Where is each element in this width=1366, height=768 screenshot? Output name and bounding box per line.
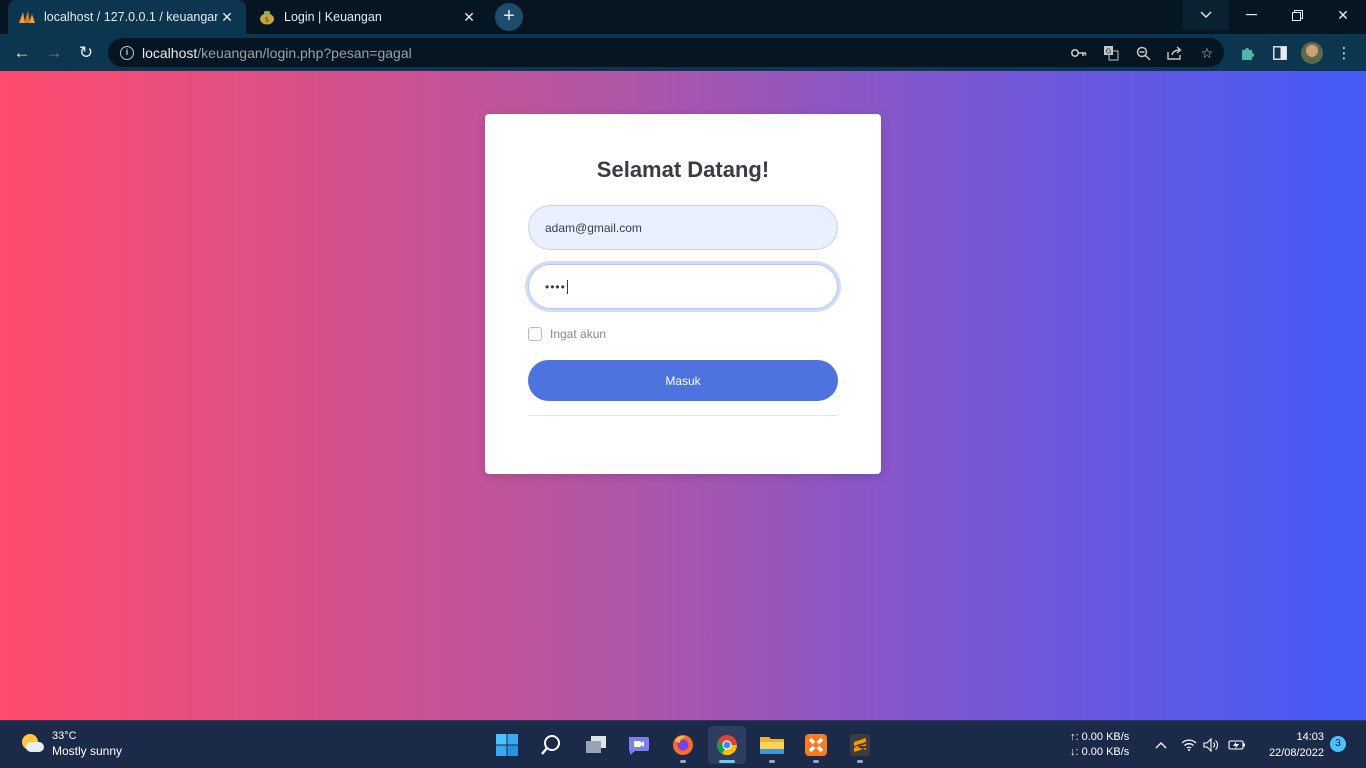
weather-widget[interactable]: 33°C Mostly sunny (20, 729, 122, 759)
svg-text:G: G (1106, 48, 1111, 56)
browser-toolbar: ← → ↻ i localhost/keuangan/login.php?pes… (0, 34, 1366, 71)
chrome-icon[interactable] (708, 726, 746, 764)
notification-badge[interactable]: 3 (1330, 736, 1346, 752)
running-indicator (680, 760, 686, 763)
login-page-background: Selamat Datang! adam@gmail.com •••• Inga… (0, 71, 1366, 720)
search-icon[interactable] (532, 726, 570, 764)
firefox-icon[interactable] (664, 726, 702, 764)
remember-checkbox[interactable] (528, 327, 542, 341)
restore-icon[interactable] (1274, 0, 1320, 30)
running-indicator (857, 760, 863, 763)
url-text: localhost/keuangan/login.php?pesan=gagal (142, 44, 412, 61)
chevron-up-icon[interactable] (1151, 735, 1171, 755)
login-button[interactable]: Masuk (528, 360, 838, 401)
start-button[interactable] (488, 726, 526, 764)
download-speed: ↓: 0.00 KB/s (1070, 746, 1130, 758)
key-icon[interactable] (1069, 43, 1089, 63)
browser-tabstrip: localhost / 127.0.0.1 / keuangan | phpMy… (0, 0, 1366, 34)
task-view-icon[interactable] (577, 726, 615, 764)
share-icon[interactable] (1165, 43, 1185, 63)
volume-icon[interactable] (1201, 735, 1221, 755)
sublime-text-icon[interactable] (841, 726, 879, 764)
clock[interactable]: 14:03 22/08/2022 (1258, 721, 1324, 768)
tab-search-icon[interactable] (1183, 0, 1229, 30)
date: 22/08/2022 (1268, 747, 1324, 759)
network-speed: ↑: 0.00 KB/s ↓: 0.00 KB/s (1070, 721, 1129, 768)
translate-icon[interactable]: G (1101, 43, 1121, 63)
time: 14:03 (1296, 731, 1324, 743)
divider (528, 415, 838, 416)
reload-icon[interactable]: ↻ (73, 40, 99, 66)
xampp-icon[interactable] (797, 726, 835, 764)
close-window-icon[interactable]: ✕ (1320, 0, 1366, 30)
email-value: adam@gmail.com (545, 220, 642, 235)
password-value: •••• (545, 279, 566, 294)
close-tab-icon[interactable]: ✕ (460, 8, 478, 26)
remember-me[interactable]: Ingat akun (528, 327, 606, 341)
email-field[interactable]: adam@gmail.com (528, 205, 838, 250)
extensions-puzzle-icon[interactable] (1237, 42, 1259, 64)
text-caret (566, 279, 568, 294)
back-arrow-icon[interactable]: ← (9, 40, 35, 66)
upload-speed: ↑: 0.00 KB/s (1070, 731, 1130, 743)
tab-title: localhost / 127.0.0.1 / keuangan | phpMy… (44, 10, 218, 24)
weather-temp: 33°C (52, 730, 77, 742)
taskbar: 33°C Mostly sunny ↑: 0.00 KB/s ↓: 0.00 K… (0, 720, 1366, 768)
tab-login-keuangan[interactable]: $ Login | Keuangan ✕ (248, 0, 488, 34)
remember-label: Ingat akun (550, 327, 607, 341)
page-title: Selamat Datang! (596, 157, 770, 182)
tab-phpmyadmin[interactable]: localhost / 127.0.0.1 / keuangan | phpMy… (8, 0, 246, 34)
partly-sunny-icon (20, 732, 44, 756)
chat-icon[interactable] (620, 726, 658, 764)
weather-condition: Mostly sunny (52, 744, 123, 758)
new-tab-button[interactable]: + (495, 3, 523, 31)
site-info-icon[interactable]: i (120, 45, 134, 60)
money-bag-icon: $ (258, 8, 276, 26)
file-explorer-icon[interactable] (753, 726, 791, 764)
svg-text:$: $ (265, 16, 269, 24)
running-indicator (719, 760, 735, 763)
side-panel-icon[interactable] (1269, 42, 1291, 64)
phpmyadmin-icon (18, 8, 36, 26)
close-tab-icon[interactable]: ✕ (218, 8, 236, 26)
zoom-out-icon[interactable] (1133, 43, 1153, 63)
battery-charging-icon[interactable] (1227, 735, 1247, 755)
address-bar[interactable]: i localhost/keuangan/login.php?pesan=gag… (108, 38, 1224, 67)
password-field[interactable]: •••• (528, 264, 838, 309)
wifi-icon[interactable] (1179, 735, 1199, 755)
minimize-icon[interactable] (1228, 0, 1274, 30)
forward-arrow-icon[interactable]: → (41, 40, 67, 66)
login-card: Selamat Datang! adam@gmail.com •••• Inga… (485, 114, 881, 474)
running-indicator (813, 760, 819, 763)
running-indicator (769, 760, 775, 763)
profile-avatar[interactable] (1301, 42, 1323, 64)
bookmark-star-icon[interactable]: ☆ (1197, 43, 1217, 63)
tab-title: Login | Keuangan (284, 10, 382, 24)
more-menu-icon[interactable]: ⋮ (1333, 42, 1355, 64)
